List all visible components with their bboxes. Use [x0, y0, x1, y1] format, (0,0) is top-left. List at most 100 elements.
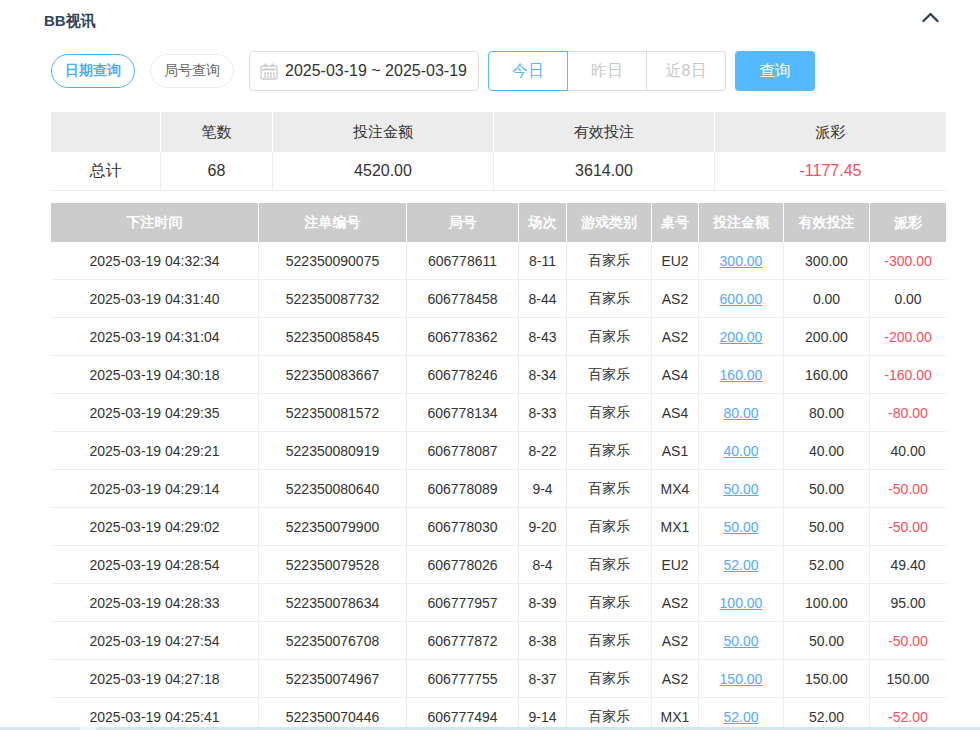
cell-order-number: 522350076708	[259, 622, 407, 659]
cell-round-number: 606778611	[407, 242, 519, 279]
cell-order-number: 522350081572	[259, 394, 407, 431]
cell-game-type: 百家乐	[567, 698, 652, 730]
summary-header-valid-bet: 有效投注	[494, 112, 715, 152]
cell-valid-bet: 150.00	[784, 660, 870, 697]
date-query-tab[interactable]: 日期查询	[51, 54, 135, 88]
cell-session: 8-4	[519, 546, 567, 583]
yesterday-button[interactable]: 昨日	[568, 51, 647, 91]
cell-table-number: AS1	[652, 432, 699, 469]
cell-bet-time: 2025-03-19 04:25:41	[51, 698, 259, 730]
cell-payout: -52.00	[870, 698, 946, 730]
cell-table-number: EU2	[652, 546, 699, 583]
cell-round-number: 606778246	[407, 356, 519, 393]
cell-table-number: AS2	[652, 622, 699, 659]
cell-table-number: AS2	[652, 660, 699, 697]
cell-bet-time: 2025-03-19 04:29:14	[51, 470, 259, 507]
cell-table-number: AS4	[652, 394, 699, 431]
bet-amount-link[interactable]: 50.00	[723, 481, 758, 497]
cell-valid-bet: 100.00	[784, 584, 870, 621]
cell-round-number: 606778026	[407, 546, 519, 583]
bet-amount-link[interactable]: 150.00	[720, 671, 763, 687]
cell-bet-time: 2025-03-19 04:30:18	[51, 356, 259, 393]
round-query-tab[interactable]: 局号查询	[150, 54, 234, 88]
cell-bet-amount: 50.00	[699, 508, 784, 545]
cell-bet-amount: 52.00	[699, 546, 784, 583]
bet-amount-link[interactable]: 40.00	[723, 443, 758, 459]
bet-amount-link[interactable]: 200.00	[720, 329, 763, 345]
cell-game-type: 百家乐	[567, 242, 652, 279]
bet-amount-link[interactable]: 50.00	[723, 633, 758, 649]
cell-session: 8-37	[519, 660, 567, 697]
cell-game-type: 百家乐	[567, 394, 652, 431]
col-header-bet-time: 下注时间	[51, 203, 259, 242]
cell-bet-amount: 160.00	[699, 356, 784, 393]
summary-header-bet-amount: 投注金额	[273, 112, 494, 152]
cell-session: 8-34	[519, 356, 567, 393]
bet-amount-link[interactable]: 600.00	[720, 291, 763, 307]
cell-bet-amount: 50.00	[699, 622, 784, 659]
cell-payout: 49.40	[870, 546, 946, 583]
cell-order-number: 522350085845	[259, 318, 407, 355]
cell-table-number: AS4	[652, 356, 699, 393]
cell-valid-bet: 52.00	[784, 546, 870, 583]
cell-bet-amount: 600.00	[699, 280, 784, 317]
cell-bet-amount: 300.00	[699, 242, 784, 279]
bet-table-row: 2025-03-19 04:28:54522350079528606778026…	[51, 546, 946, 584]
query-button[interactable]: 查询	[735, 51, 815, 91]
cell-round-number: 606777755	[407, 660, 519, 697]
cell-round-number: 606778134	[407, 394, 519, 431]
cell-order-number: 522350083667	[259, 356, 407, 393]
cell-table-number: AS2	[652, 584, 699, 621]
summary-header-count: 笔数	[161, 112, 273, 152]
bet-amount-link[interactable]: 160.00	[720, 367, 763, 383]
cell-bet-amount: 150.00	[699, 660, 784, 697]
summary-payout-value: -1177.45	[715, 152, 946, 190]
cell-order-number: 522350080640	[259, 470, 407, 507]
last-8-days-button[interactable]: 近8日	[647, 51, 726, 91]
quick-range-group: 今日 昨日 近8日	[488, 51, 726, 91]
bet-table-row: 2025-03-19 04:25:41522350070446606777494…	[51, 698, 946, 730]
cell-order-number: 522350087732	[259, 280, 407, 317]
cell-valid-bet: 52.00	[784, 698, 870, 730]
bet-table-row: 2025-03-19 04:32:34522350090075606778611…	[51, 242, 946, 280]
collapse-chevron-icon[interactable]	[922, 12, 939, 23]
bet-amount-link[interactable]: 100.00	[720, 595, 763, 611]
cell-game-type: 百家乐	[567, 508, 652, 545]
bet-table-row: 2025-03-19 04:31:04522350085845606778362…	[51, 318, 946, 356]
cell-round-number: 606778458	[407, 280, 519, 317]
cell-order-number: 522350074967	[259, 660, 407, 697]
cell-order-number: 522350090075	[259, 242, 407, 279]
bet-table-body: 2025-03-19 04:32:34522350090075606778611…	[51, 242, 946, 730]
cell-payout: 0.00	[870, 280, 946, 317]
summary-total-row: 总计 68 4520.00 3614.00 -1177.45	[51, 152, 946, 191]
cell-session: 9-14	[519, 698, 567, 730]
date-range-input[interactable]: 2025-03-19 ~ 2025-03-19	[249, 51, 479, 91]
cell-bet-time: 2025-03-19 04:28:54	[51, 546, 259, 583]
col-header-table-number: 桌号	[652, 203, 699, 242]
cell-valid-bet: 50.00	[784, 470, 870, 507]
cell-table-number: EU2	[652, 242, 699, 279]
cell-session: 8-39	[519, 584, 567, 621]
col-header-round-number: 局号	[407, 203, 519, 242]
bet-table-row: 2025-03-19 04:29:35522350081572606778134…	[51, 394, 946, 432]
cell-round-number: 606777494	[407, 698, 519, 730]
cell-table-number: AS2	[652, 318, 699, 355]
bet-table-row: 2025-03-19 04:30:18522350083667606778246…	[51, 356, 946, 394]
panel-title: BB视讯	[44, 12, 96, 31]
bet-amount-link[interactable]: 52.00	[723, 557, 758, 573]
bet-amount-link[interactable]: 52.00	[723, 709, 758, 725]
bet-table-row: 2025-03-19 04:27:54522350076708606777872…	[51, 622, 946, 660]
cell-valid-bet: 80.00	[784, 394, 870, 431]
cell-bet-amount: 52.00	[699, 698, 784, 730]
bet-table-row: 2025-03-19 04:31:40522350087732606778458…	[51, 280, 946, 318]
bet-amount-link[interactable]: 300.00	[720, 253, 763, 269]
bet-amount-link[interactable]: 80.00	[723, 405, 758, 421]
today-button[interactable]: 今日	[488, 51, 568, 91]
col-header-payout: 派彩	[870, 203, 946, 242]
cell-bet-amount: 40.00	[699, 432, 784, 469]
cell-order-number: 522350078634	[259, 584, 407, 621]
cell-payout: 150.00	[870, 660, 946, 697]
bet-amount-link[interactable]: 50.00	[723, 519, 758, 535]
col-header-game-type: 游戏类别	[567, 203, 652, 242]
cell-bet-time: 2025-03-19 04:29:35	[51, 394, 259, 431]
